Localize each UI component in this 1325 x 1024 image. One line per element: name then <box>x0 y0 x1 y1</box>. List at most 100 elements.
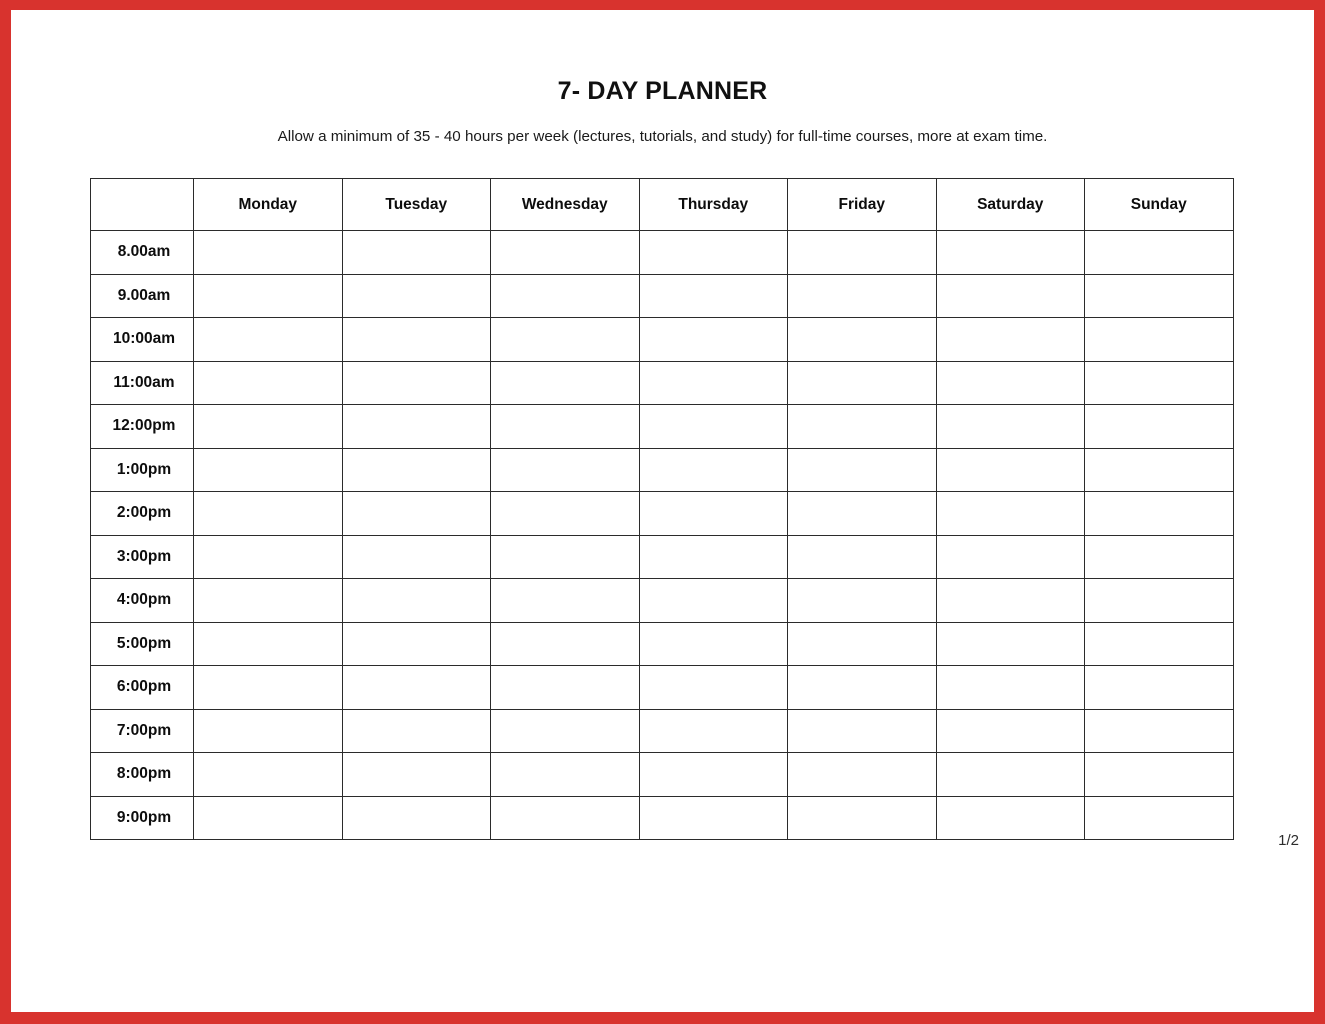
planner-slot-sunday[interactable] <box>1084 230 1234 275</box>
planner-slot-wednesday[interactable] <box>490 273 640 318</box>
planner-slot-sunday[interactable] <box>1084 491 1234 536</box>
planner-slot-tuesday[interactable] <box>341 273 491 318</box>
planner-slot-sunday[interactable] <box>1084 447 1234 492</box>
planner-slot-friday[interactable] <box>787 230 937 275</box>
planner-slot-monday[interactable] <box>193 273 343 318</box>
planner-slot-thursday[interactable] <box>638 621 788 666</box>
planner-slot-friday[interactable] <box>787 317 937 362</box>
planner-slot-tuesday[interactable] <box>341 621 491 666</box>
planner-slot-saturday[interactable] <box>935 708 1085 753</box>
planner-slot-saturday[interactable] <box>935 404 1085 449</box>
planner-slot-sunday[interactable] <box>1084 621 1234 666</box>
planner-slot-monday[interactable] <box>193 621 343 666</box>
planner-slot-tuesday[interactable] <box>341 360 491 405</box>
planner-slot-friday[interactable] <box>787 360 937 405</box>
planner-slot-wednesday[interactable] <box>490 230 640 275</box>
planner-slot-tuesday[interactable] <box>341 578 491 623</box>
planner-slot-monday[interactable] <box>193 752 343 797</box>
planner-slot-friday[interactable] <box>787 795 937 840</box>
planner-slot-monday[interactable] <box>193 665 343 710</box>
planner-slot-saturday[interactable] <box>935 665 1085 710</box>
planner-slot-tuesday[interactable] <box>341 404 491 449</box>
planner-slot-sunday[interactable] <box>1084 317 1234 362</box>
planner-slot-thursday[interactable] <box>638 447 788 492</box>
planner-slot-friday[interactable] <box>787 273 937 318</box>
planner-slot-saturday[interactable] <box>935 230 1085 275</box>
planner-slot-wednesday[interactable] <box>490 534 640 579</box>
planner-slot-saturday[interactable] <box>935 795 1085 840</box>
planner-slot-sunday[interactable] <box>1084 665 1234 710</box>
planner-slot-friday[interactable] <box>787 578 937 623</box>
planner-slot-monday[interactable] <box>193 447 343 492</box>
planner-slot-wednesday[interactable] <box>490 404 640 449</box>
planner-slot-wednesday[interactable] <box>490 360 640 405</box>
planner-slot-tuesday[interactable] <box>341 665 491 710</box>
planner-slot-saturday[interactable] <box>935 752 1085 797</box>
planner-slot-thursday[interactable] <box>638 578 788 623</box>
planner-slot-wednesday[interactable] <box>490 491 640 536</box>
planner-slot-saturday[interactable] <box>935 317 1085 362</box>
planner-slot-wednesday[interactable] <box>490 621 640 666</box>
planner-slot-thursday[interactable] <box>638 708 788 753</box>
planner-slot-tuesday[interactable] <box>341 491 491 536</box>
planner-slot-monday[interactable] <box>193 708 343 753</box>
planner-slot-monday[interactable] <box>193 795 343 840</box>
planner-slot-monday[interactable] <box>193 534 343 579</box>
planner-slot-saturday[interactable] <box>935 447 1085 492</box>
planner-slot-sunday[interactable] <box>1084 708 1234 753</box>
planner-slot-tuesday[interactable] <box>341 534 491 579</box>
planner-slot-saturday[interactable] <box>935 273 1085 318</box>
planner-slot-tuesday[interactable] <box>341 752 491 797</box>
planner-slot-monday[interactable] <box>193 578 343 623</box>
planner-slot-tuesday[interactable] <box>341 447 491 492</box>
planner-slot-saturday[interactable] <box>935 578 1085 623</box>
planner-slot-monday[interactable] <box>193 491 343 536</box>
planner-slot-wednesday[interactable] <box>490 578 640 623</box>
planner-slot-thursday[interactable] <box>638 534 788 579</box>
planner-slot-saturday[interactable] <box>935 491 1085 536</box>
planner-slot-wednesday[interactable] <box>490 708 640 753</box>
planner-slot-monday[interactable] <box>193 317 343 362</box>
planner-slot-sunday[interactable] <box>1084 795 1234 840</box>
planner-slot-wednesday[interactable] <box>490 317 640 362</box>
planner-slot-saturday[interactable] <box>935 621 1085 666</box>
planner-slot-sunday[interactable] <box>1084 273 1234 318</box>
planner-slot-saturday[interactable] <box>935 534 1085 579</box>
planner-slot-wednesday[interactable] <box>490 665 640 710</box>
planner-slot-wednesday[interactable] <box>490 752 640 797</box>
planner-slot-friday[interactable] <box>787 752 937 797</box>
planner-slot-wednesday[interactable] <box>490 795 640 840</box>
planner-slot-sunday[interactable] <box>1084 534 1234 579</box>
planner-slot-thursday[interactable] <box>638 752 788 797</box>
planner-slot-friday[interactable] <box>787 665 937 710</box>
planner-slot-friday[interactable] <box>787 447 937 492</box>
planner-slot-friday[interactable] <box>787 708 937 753</box>
weekly-planner-table: Monday Tuesday Wednesday Thursday Friday Satu… <box>90 178 1234 840</box>
planner-slot-sunday[interactable] <box>1084 752 1234 797</box>
planner-slot-wednesday[interactable] <box>490 447 640 492</box>
planner-slot-tuesday[interactable] <box>341 708 491 753</box>
planner-slot-thursday[interactable] <box>638 317 788 362</box>
planner-slot-sunday[interactable] <box>1084 578 1234 623</box>
planner-slot-saturday[interactable] <box>935 360 1085 405</box>
planner-slot-monday[interactable] <box>193 360 343 405</box>
planner-slot-thursday[interactable] <box>638 230 788 275</box>
planner-slot-thursday[interactable] <box>638 273 788 318</box>
planner-slot-tuesday[interactable] <box>341 795 491 840</box>
page-border-frame: 7- DAY PLANNER Allow a minimum of 35 - 4… <box>0 0 1325 1024</box>
planner-slot-tuesday[interactable] <box>341 317 491 362</box>
planner-slot-thursday[interactable] <box>638 491 788 536</box>
planner-slot-friday[interactable] <box>787 491 937 536</box>
planner-slot-friday[interactable] <box>787 534 937 579</box>
planner-slot-sunday[interactable] <box>1084 360 1234 405</box>
planner-slot-monday[interactable] <box>193 230 343 275</box>
planner-slot-thursday[interactable] <box>638 404 788 449</box>
planner-slot-friday[interactable] <box>787 404 937 449</box>
planner-slot-sunday[interactable] <box>1084 404 1234 449</box>
planner-slot-friday[interactable] <box>787 621 937 666</box>
planner-slot-thursday[interactable] <box>638 665 788 710</box>
planner-slot-thursday[interactable] <box>638 360 788 405</box>
planner-slot-tuesday[interactable] <box>341 230 491 275</box>
planner-slot-thursday[interactable] <box>638 795 788 840</box>
planner-slot-monday[interactable] <box>193 404 343 449</box>
